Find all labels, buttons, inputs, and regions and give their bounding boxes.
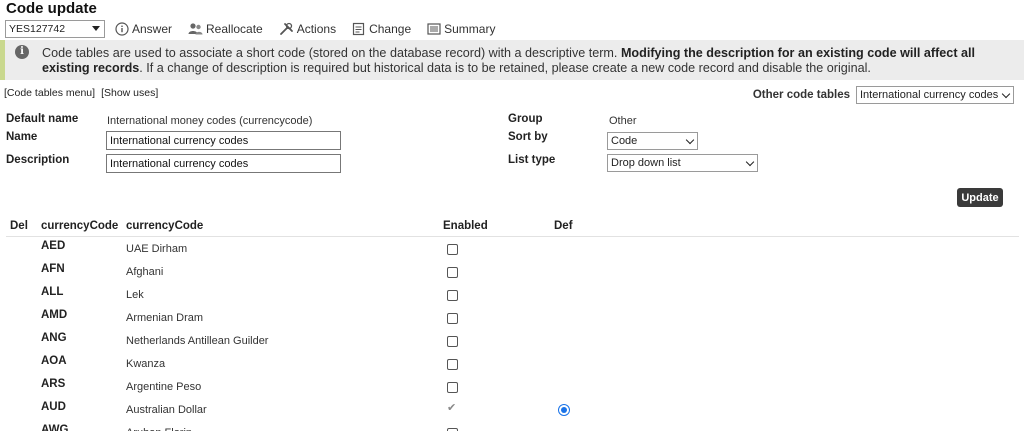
default-name-value: International money codes (currencycode) [107,115,313,127]
enabled-checkbox[interactable] [447,290,458,301]
code-tables-menu-link[interactable]: [Code tables menu] [4,87,95,99]
chevron-down-icon [1001,89,1011,99]
description-label: Description [6,154,70,166]
table-row: AED UAE Dirham [0,240,1024,263]
currency-description: UAE Dirham [126,243,188,255]
description-input[interactable]: International currency codes [106,154,341,173]
info-circle-icon [115,22,129,36]
reference-select[interactable]: YES127742 [5,20,105,38]
table-row: ANG Netherlands Antillean Guilder [0,332,1024,355]
table-row: AWG Aruban Florin [0,424,1024,431]
answer-label: Answer [132,22,173,36]
other-code-tables-value: International currency codes [860,89,999,101]
actions-button[interactable]: Actions [279,22,336,36]
table-row: ARS Argentine Peso [0,378,1024,401]
table-row: AOA Kwanza [0,355,1024,378]
sort-by-value: Code [611,135,638,147]
column-header-default: Def [554,220,573,232]
info-text-part1: Code tables are used to associate a shor… [42,46,621,60]
summary-label: Summary [444,22,496,36]
enabled-check-icon: ✔ [447,402,457,414]
users-icon [188,23,203,35]
table-row: AUD Australian Dollar ✔ [0,401,1024,424]
currency-code: ARS [41,378,66,390]
enabled-checkbox[interactable] [447,382,458,393]
currency-description: Lek [126,289,144,301]
currency-description: Argentine Peso [126,381,202,393]
name-input-value: International currency codes [110,134,249,147]
name-input[interactable]: International currency codes [106,131,341,150]
sort-by-select[interactable]: Code [607,132,698,150]
table-row: AMD Armenian Dram [0,309,1024,332]
reallocate-label: Reallocate [206,22,263,36]
column-header-del: Del [10,220,28,232]
currency-code: AMD [41,309,68,321]
info-banner: i Code tables are used to associate a sh… [0,40,1024,80]
currency-code: AED [41,240,66,252]
default-radio[interactable] [558,404,570,416]
dropdown-arrow-icon [92,26,100,31]
toolbar: YES127742 Answer Reallocate Actions Chan… [5,19,511,39]
info-text: Code tables are used to associate a shor… [42,46,1017,76]
actions-label: Actions [296,22,337,36]
enabled-checkbox[interactable] [447,313,458,324]
info-icon: i [15,45,29,59]
currency-description: Australian Dollar [126,404,207,416]
currency-code: AFN [41,263,65,275]
change-label: Change [369,22,412,36]
name-label: Name [6,131,38,143]
column-header-code: currencyCode [41,220,119,232]
currency-description: Aruban Florin [126,427,192,431]
other-code-tables-select[interactable]: International currency codes [856,86,1014,104]
enabled-checkbox[interactable] [447,336,458,347]
other-code-tables-label: Other code tables [752,89,850,101]
default-name-label: Default name [6,113,79,125]
tools-icon [279,22,293,35]
column-header-description: currencyCode [126,220,204,232]
info-text-part2: . If a change of description is required… [139,61,871,75]
header-divider [6,236,1019,237]
list-type-select[interactable]: Drop down list [607,154,758,172]
enabled-checkbox[interactable] [447,359,458,370]
currency-description: Kwanza [126,358,166,370]
currency-code: ALL [41,286,64,298]
enabled-checkbox[interactable] [447,267,458,278]
sort-by-label: Sort by [508,131,548,143]
currency-description: Afghani [126,266,164,278]
chevron-down-icon [745,157,755,167]
show-uses-link[interactable]: [Show uses] [101,87,158,99]
currency-code: ANG [41,332,67,344]
chevron-down-icon [685,135,695,145]
list-type-value: Drop down list [611,157,681,169]
edit-document-icon [352,22,365,36]
table-row: ALL Lek [0,286,1024,309]
currency-description: Netherlands Antillean Guilder [126,335,269,347]
enabled-checkbox[interactable] [447,244,458,255]
reallocate-button[interactable]: Reallocate [188,22,263,36]
summary-button[interactable]: Summary [427,22,495,36]
column-header-enabled: Enabled [443,220,488,232]
other-code-tables: Other code tables International currency… [753,86,1014,104]
update-button[interactable]: Update [957,188,1003,207]
currency-code: AWG [41,424,69,431]
list-type-label: List type [508,154,556,166]
group-label: Group [508,113,543,125]
answer-button[interactable]: Answer [115,22,172,36]
description-input-value: International currency codes [110,157,249,170]
currency-code: AUD [41,401,66,413]
page-title: Code update [6,0,97,17]
currency-code: AOA [41,355,67,367]
change-button[interactable]: Change [352,22,411,36]
links-row: [Code tables menu] [Show uses] [4,87,164,99]
summary-list-icon [427,23,441,35]
table-row: AFN Afghani [0,263,1024,286]
currency-description: Armenian Dram [126,312,204,324]
group-value: Other [609,115,637,127]
reference-value: YES127742 [9,23,66,35]
